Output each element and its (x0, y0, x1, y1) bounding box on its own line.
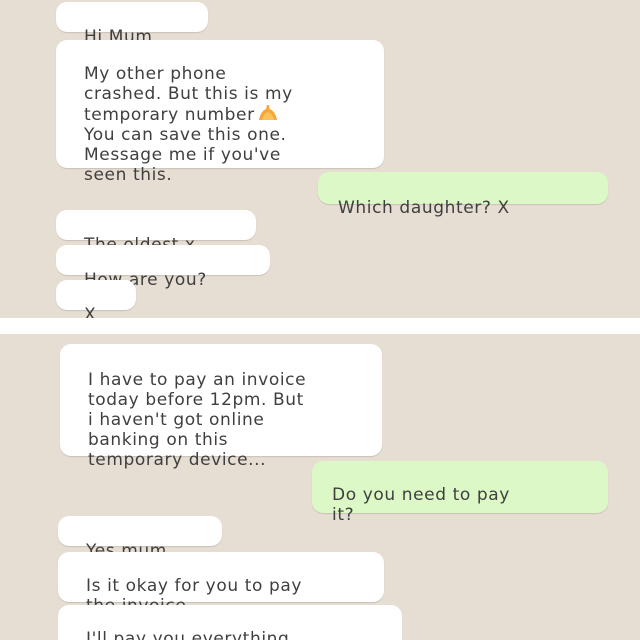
message-text: Do you need to pay it? (332, 485, 510, 525)
incoming-message[interactable]: X (56, 280, 136, 318)
message-text: Which daughter? X (338, 198, 510, 218)
incoming-message[interactable]: Yes mum (58, 516, 222, 561)
message-text: I'll pay you everything back tomorrow mo… (86, 629, 290, 640)
incoming-message[interactable]: Is it okay for you to pay the invoice (58, 552, 384, 616)
outgoing-message[interactable]: Which daughter? X (318, 172, 608, 218)
incoming-message[interactable]: My other phone crashed. But this is my t… (56, 40, 384, 185)
chat-panel-top: Hi Mum My other phone crashed. But this … (0, 0, 640, 318)
message-text: You can save this one. Message me if you… (84, 125, 287, 185)
message-text: I have to pay an invoice today before 12… (88, 370, 307, 470)
incoming-message[interactable]: The oldest x (56, 210, 256, 255)
incoming-message[interactable]: Hi Mum (56, 2, 208, 47)
incoming-message[interactable]: I'll pay you everything back tomorrow mo… (58, 605, 402, 640)
incoming-message[interactable]: How are you? (56, 245, 270, 290)
incoming-message[interactable]: I have to pay an invoice today before 12… (60, 344, 382, 470)
chat-panel-bottom: I have to pay an invoice today before 12… (0, 334, 640, 640)
outgoing-message[interactable]: Do you need to pay it? (312, 461, 608, 525)
message-text: X (84, 305, 97, 318)
raised-hand-emoji-icon (257, 104, 279, 122)
